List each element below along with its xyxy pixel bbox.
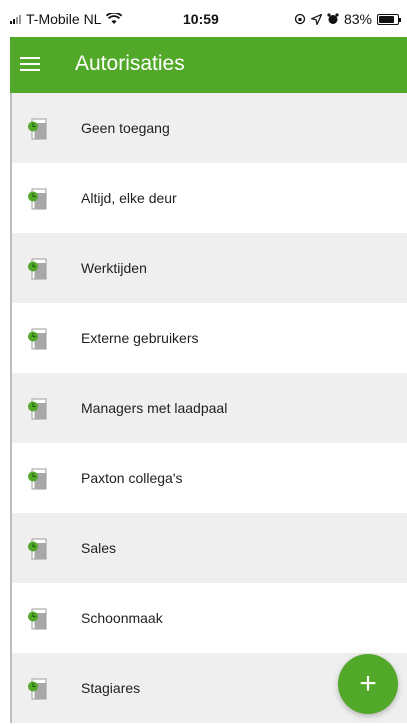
alarm-icon [327, 13, 339, 24]
wifi-icon [106, 13, 123, 24]
battery-icon [377, 13, 401, 25]
list-item-label: Sales [81, 540, 117, 556]
page-title: Autorisaties [75, 52, 185, 75]
door-clock-icon [28, 328, 47, 350]
door-clock-icon [28, 678, 47, 700]
list-item[interactable]: Schoonmaak [10, 583, 407, 653]
list-item[interactable]: Geen toegang [10, 93, 407, 163]
list-item-label: Stagiares [81, 680, 141, 696]
status-left: T-Mobile NL [10, 11, 123, 27]
door-clock-icon [28, 398, 47, 420]
list-item-label: Altijd, elke deur [81, 190, 177, 206]
list-item[interactable]: Managers met laadpaal [10, 373, 407, 443]
authorization-list: Geen toegang Altijd, elke deur Werktijden E… [10, 93, 407, 723]
list-item-label: Schoonmaak [81, 610, 163, 626]
list-item[interactable]: Altijd, elke deur [10, 163, 407, 233]
list-item-label: Geen toegang [81, 120, 170, 136]
list-item[interactable]: Sales [10, 513, 407, 583]
list-item[interactable]: Paxton collega's [10, 443, 407, 513]
list-item-label: Managers met laadpaal [81, 400, 228, 416]
door-clock-icon [28, 538, 47, 560]
door-clock-icon [28, 188, 47, 210]
carrier-label: T-Mobile NL [26, 11, 102, 27]
app-bar: Autorisaties [10, 37, 407, 93]
battery-percent: 83% [343, 11, 372, 27]
orientation-lock-icon [294, 13, 306, 25]
list-item-label: Paxton collega's [81, 470, 183, 486]
signal-icon [10, 14, 21, 24]
list-item[interactable]: Werktijden [10, 233, 407, 303]
status-right: 83% [294, 11, 401, 27]
status-bar: T-Mobile NL 10:59 83% [0, 0, 407, 37]
hamburger-menu-icon[interactable] [20, 57, 40, 72]
door-clock-icon [28, 258, 47, 280]
door-clock-icon [28, 468, 47, 490]
location-icon [310, 13, 322, 25]
clock: 10:59 [183, 11, 219, 27]
add-authorization-button[interactable]: + [338, 654, 398, 714]
list-item-label: Externe gebruikers [81, 330, 199, 346]
list-item[interactable]: Externe gebruikers [10, 303, 407, 373]
door-clock-icon [28, 118, 47, 140]
list-item-label: Werktijden [81, 260, 147, 276]
door-clock-icon [28, 608, 47, 630]
